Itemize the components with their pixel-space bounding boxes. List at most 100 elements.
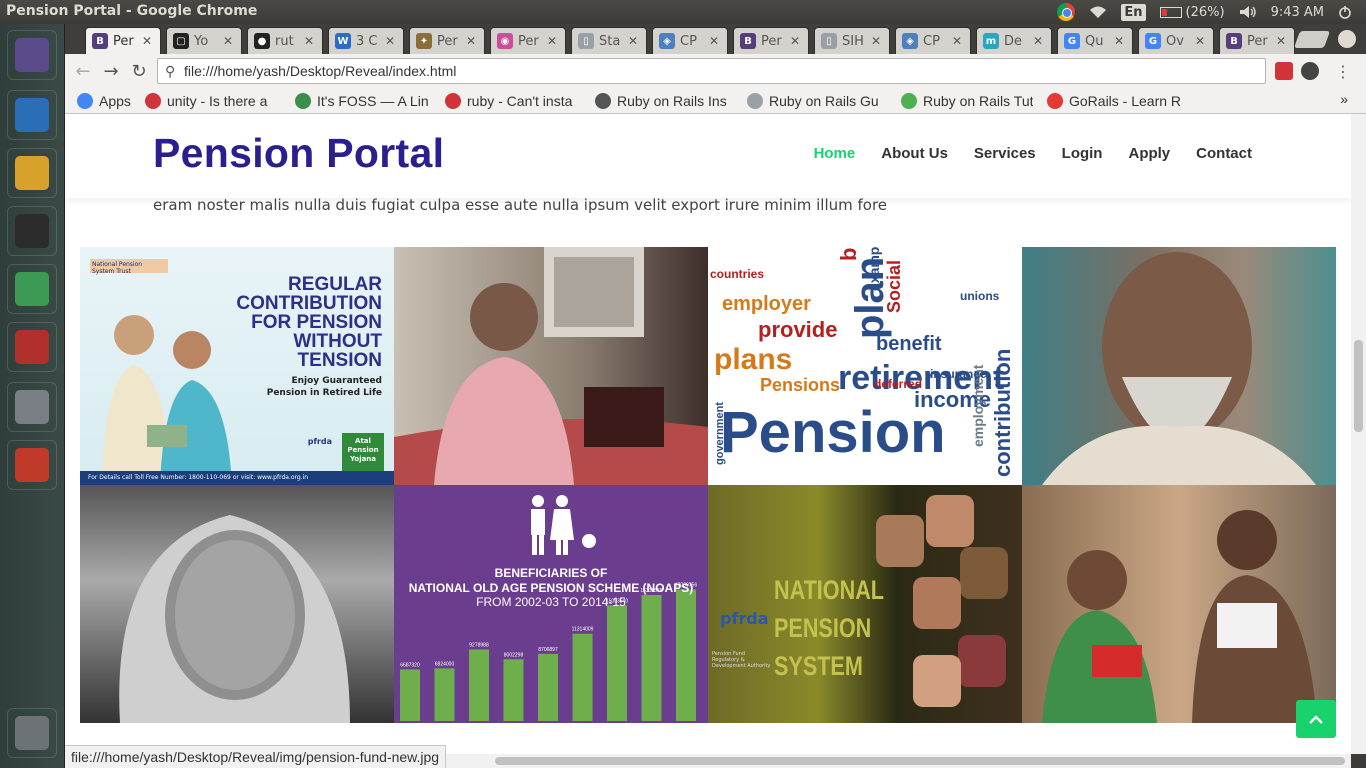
bookmark-item[interactable]: GoRails - Learn R (1047, 91, 1187, 111)
power-icon[interactable] (1338, 5, 1352, 19)
bookmark-item[interactable]: Ruby on Rails Tut (901, 91, 1033, 111)
browser-tab[interactable]: ✦ Per ✕ (409, 27, 485, 54)
close-tab-icon[interactable]: ✕ (547, 34, 561, 48)
chrome-tray-icon[interactable] (1057, 3, 1076, 21)
browser-tab[interactable]: ▢ Yo ✕ (166, 27, 242, 54)
more-bookmarks-icon[interactable]: » (1340, 91, 1348, 107)
close-tab-icon[interactable]: ✕ (1114, 34, 1128, 48)
settings-icon[interactable] (7, 440, 57, 490)
bookmark-item[interactable]: Ruby on Rails Ins (595, 91, 735, 111)
new-tab-button[interactable] (1293, 31, 1331, 48)
nav-contact[interactable]: Contact (1196, 145, 1252, 162)
nav-login[interactable]: Login (1062, 145, 1103, 162)
scrollbar-thumb[interactable] (1354, 340, 1363, 432)
address-bar[interactable]: ⚲ file:///home/yash/Desktop/Reveal/index… (157, 58, 1266, 84)
files-icon[interactable] (7, 322, 57, 372)
disk-icon[interactable] (7, 382, 57, 432)
browser-tab[interactable]: B Per ✕ (85, 27, 161, 54)
browser-tab[interactable]: m De ✕ (976, 27, 1052, 54)
atom-icon[interactable] (7, 264, 57, 314)
tab-title: Per (518, 33, 539, 49)
battery-indicator[interactable]: (26%) (1159, 5, 1225, 20)
close-tab-icon[interactable]: ✕ (1276, 34, 1290, 48)
browser-tab[interactable]: ▯ SIH ✕ (814, 27, 890, 54)
close-tab-icon[interactable]: ✕ (142, 34, 156, 48)
browser-tab[interactable]: W 3 C ✕ (328, 27, 404, 54)
browser-tab[interactable]: ◈ CP ✕ (652, 27, 728, 54)
elderly-woman-bw-photo (119, 515, 350, 723)
gallery-item-elderly-woman-sitting[interactable] (394, 247, 708, 485)
gallery-item-national-pension-system[interactable]: pfrda Pension Fund Regulatory & Developm… (708, 485, 1022, 723)
forward-button[interactable]: → (99, 59, 123, 83)
gallery-item-regular-contribution[interactable]: National Pension System Trust REGULAR CO… (80, 247, 394, 485)
extension-icon[interactable] (1275, 62, 1293, 80)
tab-title: CP (680, 33, 697, 49)
close-tab-icon[interactable]: ✕ (1033, 34, 1047, 48)
close-tab-icon[interactable]: ✕ (628, 34, 642, 48)
browser-tab[interactable]: ◈ CP ✕ (895, 27, 971, 54)
site-header: Pension Portal Home About Us Services Lo… (65, 114, 1351, 198)
close-tab-icon[interactable]: ✕ (385, 34, 399, 48)
close-tab-icon[interactable]: ✕ (952, 34, 966, 48)
word-cloud-word: Social (884, 259, 904, 313)
browser-tab[interactable]: ● rut ✕ (247, 27, 323, 54)
browser-tab[interactable]: G Qu ✕ (1057, 27, 1133, 54)
bookmark-icon (901, 93, 917, 109)
chart-bar (676, 589, 696, 721)
terminal-icon[interactable] (7, 206, 57, 256)
back-to-top-button[interactable] (1296, 700, 1336, 738)
browser-tab[interactable]: B Per ✕ (733, 27, 809, 54)
chart-data-label: 6687320 (400, 662, 420, 668)
tab-title: SIH (842, 33, 864, 49)
back-button[interactable]: ← (71, 59, 95, 83)
browser-tab[interactable]: ◉ Per ✕ (490, 27, 566, 54)
extension-icon[interactable] (1301, 62, 1319, 80)
gallery-item-elderly-man-portrait[interactable] (1022, 247, 1336, 485)
browser-tab[interactable]: G Ov ✕ (1138, 27, 1214, 54)
gallery-item-elderly-couple-passbook[interactable] (1022, 485, 1336, 723)
bookmark-item[interactable]: Ruby on Rails Gu (747, 91, 887, 111)
nav-apply[interactable]: Apply (1128, 145, 1170, 162)
reload-button[interactable]: ↻ (127, 59, 151, 83)
unity-launcher (0, 24, 65, 768)
chevron-up-icon (1309, 715, 1323, 724)
bookmark-item[interactable]: Apps (77, 91, 137, 111)
close-tab-icon[interactable]: ✕ (304, 34, 318, 48)
bookmark-item[interactable]: unity - Is there a (145, 91, 285, 111)
close-tab-icon[interactable]: ✕ (223, 34, 237, 48)
volume-icon[interactable] (1239, 5, 1257, 19)
gallery-item-elderly-woman-bw[interactable] (80, 485, 394, 723)
close-tab-icon[interactable]: ✕ (871, 34, 885, 48)
gallery-item-pension-word-cloud[interactable]: countriesbenefitsemployerprovideplanSoci… (708, 247, 1022, 485)
tab-title: Per (761, 33, 782, 49)
keyboard-layout-indicator[interactable]: En (1121, 3, 1146, 21)
close-tab-icon[interactable]: ✕ (1195, 34, 1209, 48)
writer-icon[interactable] (7, 90, 57, 140)
nav-about-us[interactable]: About Us (881, 145, 948, 162)
chart-bar (572, 633, 593, 721)
nav-home[interactable]: Home (814, 145, 856, 162)
close-tab-icon[interactable]: ✕ (790, 34, 804, 48)
scrollbar-thumb[interactable] (495, 757, 1345, 765)
tab-favicon-icon: B (1226, 33, 1242, 49)
browser-tab[interactable]: B Per ✕ (1219, 27, 1295, 54)
menu-icon[interactable]: ⋮ (1331, 59, 1355, 83)
trash-icon[interactable] (7, 708, 57, 758)
ubuntu-dash-icon[interactable] (7, 30, 57, 80)
bookmark-item[interactable]: ruby - Can't insta (445, 91, 585, 111)
gallery-item-noaps-chart[interactable]: 6687320 6824000 9278988 8002298 8706897 11314… (394, 485, 708, 723)
profile-icon[interactable] (1338, 30, 1356, 48)
chrome-icon[interactable] (7, 148, 57, 198)
site-logo[interactable]: Pension Portal (153, 130, 444, 177)
vertical-scrollbar[interactable] (1351, 114, 1366, 754)
nav-services[interactable]: Services (974, 145, 1036, 162)
bookmark-icon (747, 93, 763, 109)
browser-tab[interactable]: ▯ Sta ✕ (571, 27, 647, 54)
clock[interactable]: 9:43 AM (1271, 5, 1324, 20)
bookmark-item[interactable]: It's FOSS — A Lin (295, 91, 435, 111)
wifi-icon[interactable] (1089, 5, 1107, 19)
close-tab-icon[interactable]: ✕ (466, 34, 480, 48)
tab-favicon-icon: ◈ (902, 33, 918, 49)
close-tab-icon[interactable]: ✕ (709, 34, 723, 48)
subheadline: Enjoy Guaranteed Pension in Retired Life (266, 376, 382, 398)
